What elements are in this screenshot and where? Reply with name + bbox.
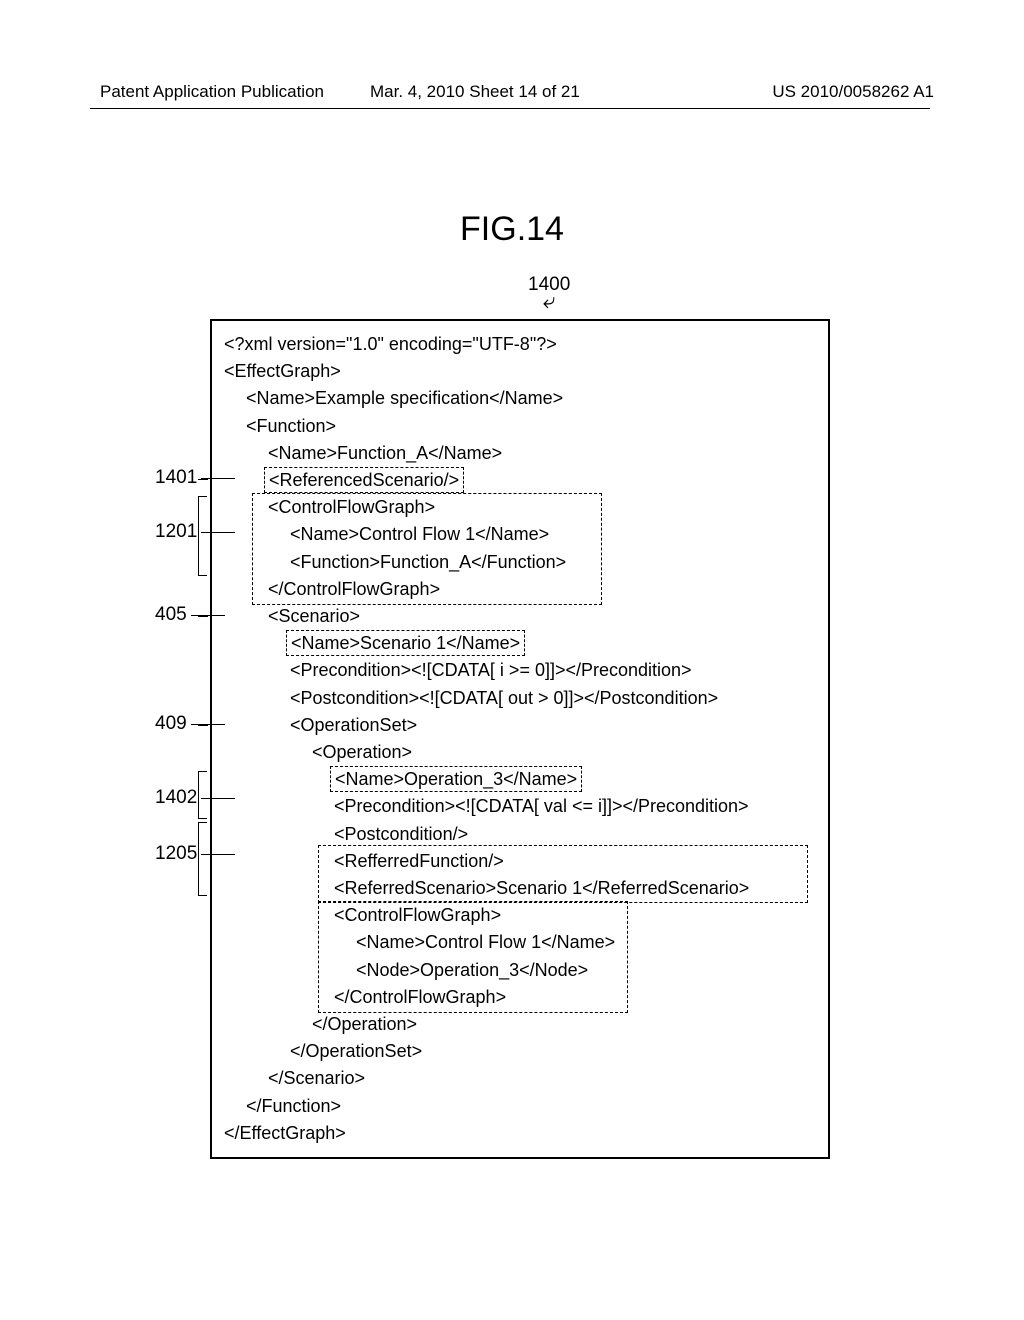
code-line: <Operation> bbox=[224, 739, 820, 766]
code-line: <Name>Example specification</Name> bbox=[224, 385, 820, 412]
code-line: </ControlFlowGraph> bbox=[224, 984, 820, 1011]
code-line: <Function>Function_A</Function> bbox=[224, 549, 820, 576]
code-line: </Function> bbox=[224, 1093, 820, 1120]
code-line: </EffectGraph> bbox=[224, 1120, 820, 1147]
header-right: US 2010/0058262 A1 bbox=[772, 82, 934, 102]
code-line: <?xml version="1.0" encoding="UTF-8"?> bbox=[224, 331, 820, 358]
leader-brace bbox=[198, 822, 208, 896]
leader-tick bbox=[198, 479, 208, 480]
code-line: </ControlFlowGraph> bbox=[224, 576, 820, 603]
leader-tick bbox=[198, 616, 208, 617]
page-header: Patent Application Publication Mar. 4, 2… bbox=[0, 82, 1024, 102]
code-line: <Precondition><![CDATA[ i >= 0]]></Preco… bbox=[224, 657, 820, 684]
code-line: <Name>Control Flow 1</Name> bbox=[224, 521, 820, 548]
leader-brace bbox=[198, 496, 208, 576]
code-line: <OperationSet> bbox=[224, 712, 820, 739]
header-rule bbox=[90, 108, 930, 109]
code-line-dashed-409: <Name>Operation_3</Name> bbox=[224, 766, 820, 793]
code-line: <RefferredFunction/> bbox=[224, 848, 820, 875]
xml-code-box: <?xml version="1.0" encoding="UTF-8"?> <… bbox=[210, 319, 830, 1159]
code-line: <Scenario> bbox=[224, 603, 820, 630]
code-line: <Postcondition><![CDATA[ out > 0]]></Pos… bbox=[224, 685, 820, 712]
callout-1400-arrow: ⤶ bbox=[528, 294, 570, 308]
code-line: <ControlFlowGraph> bbox=[224, 902, 820, 929]
code-line: </Operation> bbox=[224, 1011, 820, 1038]
leader-tick bbox=[198, 725, 208, 726]
code-line: <ReferredScenario>Scenario 1</ReferredSc… bbox=[224, 875, 820, 902]
figure-title: FIG.14 bbox=[0, 210, 1024, 249]
code-line: <Postcondition/> bbox=[224, 821, 820, 848]
code-line: <ControlFlowGraph> bbox=[224, 494, 820, 521]
code-line: <EffectGraph> bbox=[224, 358, 820, 385]
code-line: <Function> bbox=[224, 413, 820, 440]
code-line: <Precondition><![CDATA[ val <= i]]></Pre… bbox=[224, 793, 820, 820]
leader-brace bbox=[198, 771, 208, 819]
code-line: </OperationSet> bbox=[224, 1038, 820, 1065]
code-line: </Scenario> bbox=[224, 1065, 820, 1092]
code-line: <Name>Control Flow 1</Name> bbox=[224, 929, 820, 956]
header-center: Mar. 4, 2010 Sheet 14 of 21 bbox=[370, 82, 580, 102]
callout-1400: 1400 ⤶ bbox=[528, 274, 570, 308]
code-line-dashed-405: <Name>Scenario 1</Name> bbox=[224, 630, 820, 657]
code-line-dashed-1401: <ReferencedScenario/> bbox=[224, 467, 820, 494]
code-line: <Name>Function_A</Name> bbox=[224, 440, 820, 467]
header-left: Patent Application Publication bbox=[100, 82, 324, 102]
code-line: <Node>Operation_3</Node> bbox=[224, 957, 820, 984]
